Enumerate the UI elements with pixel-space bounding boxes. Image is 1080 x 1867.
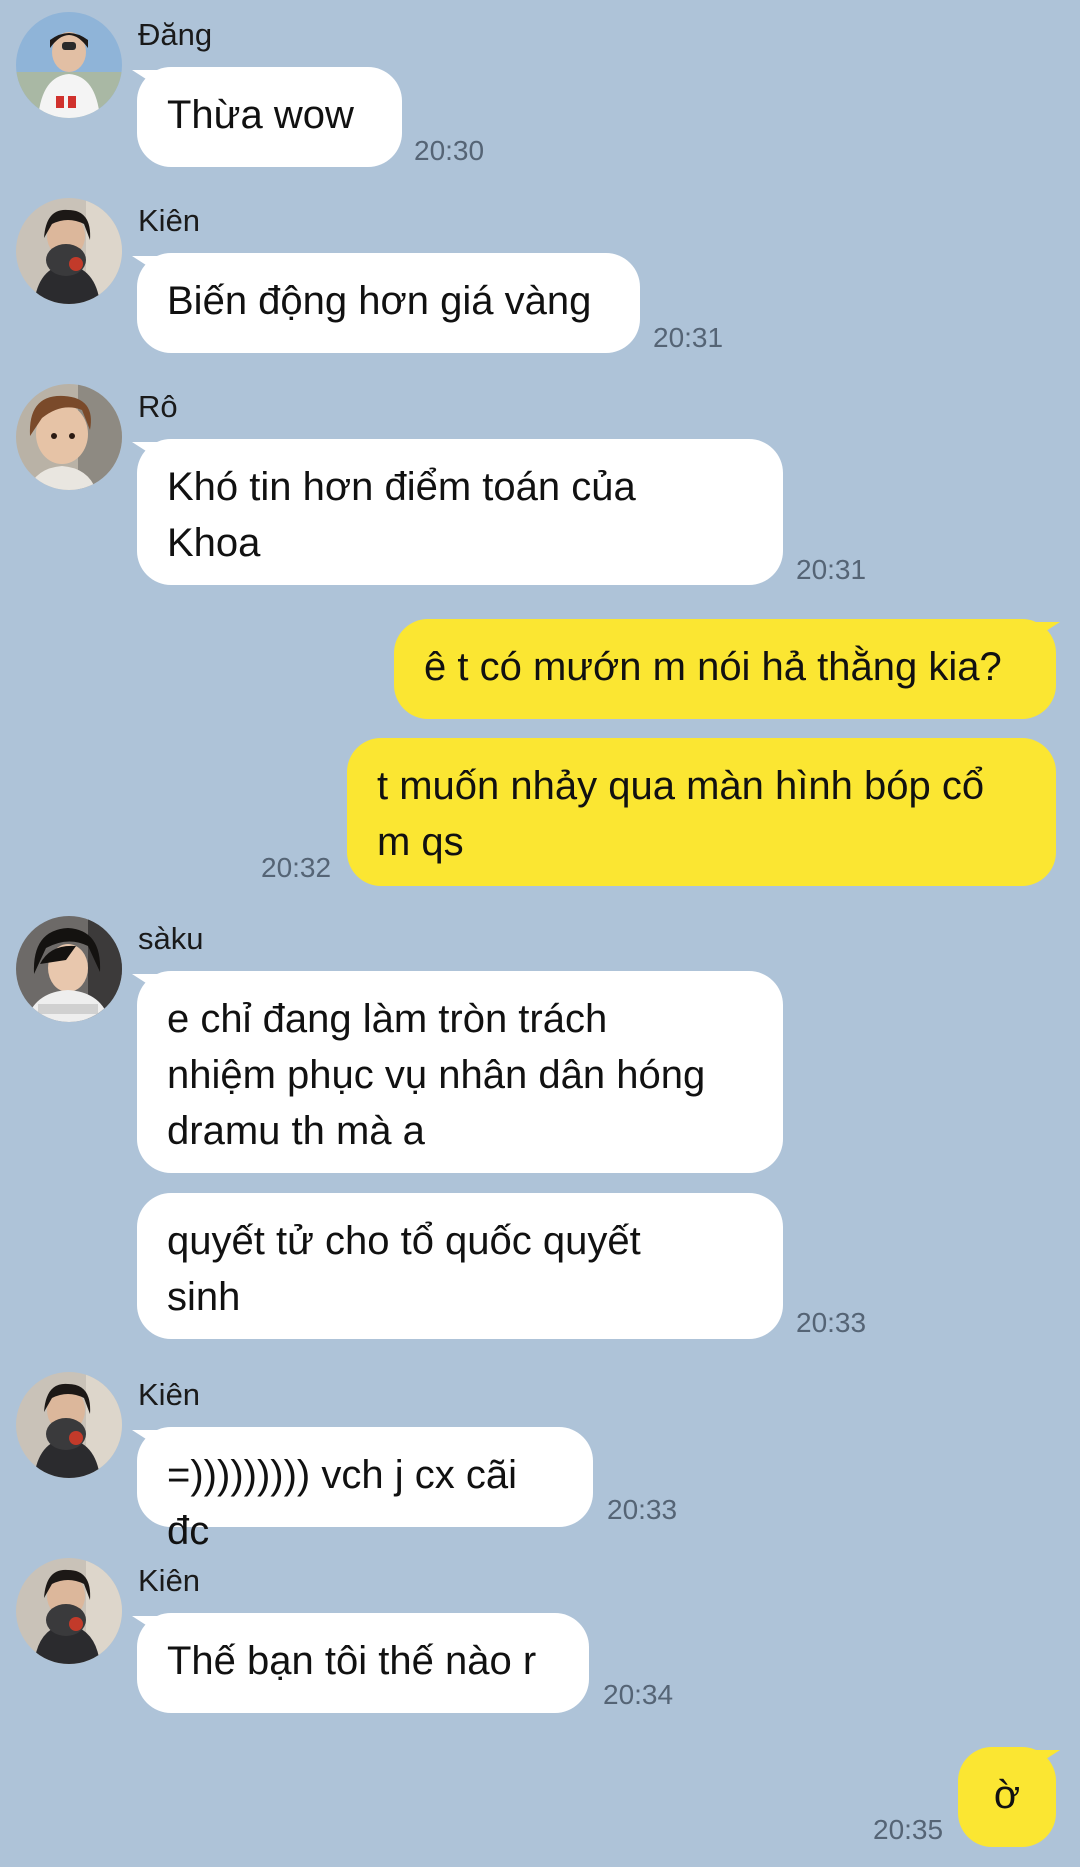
message-bubble[interactable]: =))))))))) vch j cx cãi đc [137,1427,593,1553]
message-bubble[interactable]: Thừa wow [137,67,402,167]
message-bubble[interactable]: Thế bạn tôi thế nào r [137,1613,589,1713]
avatar-photo-icon [16,1372,122,1478]
message-bubble[interactable]: Khó tin hơn điểm toán của Khoa [137,439,783,585]
message-bubble[interactable]: quyết tử cho tổ quốc quyết sinh [137,1193,783,1339]
sender-name: Kiên [138,1563,201,1598]
avatar-photo-icon [16,916,122,1022]
message-time: 20:31 [796,554,867,585]
message-bubble[interactable]: Biến động hơn giá vàng [137,253,640,353]
message-bubble[interactable]: ê t có mướn m nói hả thằng kia? [394,619,1056,719]
message-time: 20:30 [414,135,485,166]
avatar-dang[interactable] [16,12,122,118]
sender-name: Rô [138,389,178,424]
chat-thread[interactable]: Đăng Thừa wow 20:30 Kiên Biến động hơn g… [0,0,1080,1867]
message-time: 20:33 [607,1494,678,1525]
avatar-kien[interactable] [16,1372,122,1478]
message-time: 20:32 [261,852,332,883]
avatar-kien[interactable] [16,198,122,304]
message-time: 20:34 [603,1679,674,1710]
message-time: 20:31 [653,322,724,353]
avatar-saku[interactable] [16,916,122,1022]
sender-name: sàku [138,921,204,956]
sender-name: Kiên [138,1377,201,1412]
avatar-photo-icon [16,12,122,118]
avatar-photo-icon [16,198,122,304]
avatar-ro[interactable] [16,384,122,490]
sender-name: Đăng [138,17,213,52]
avatar-photo-icon [16,384,122,490]
message-bubble[interactable]: t muốn nhảy qua màn hình bóp cổ m qs [347,738,1056,886]
avatar-kien[interactable] [16,1558,122,1664]
message-bubble[interactable]: e chỉ đang làm tròn trách nhiệm phục vụ … [137,971,783,1173]
avatar-photo-icon [16,1558,122,1664]
sender-name: Kiên [138,203,201,238]
message-bubble[interactable]: ờ [958,1747,1056,1847]
message-time: 20:35 [873,1814,944,1845]
message-time: 20:33 [796,1307,867,1338]
